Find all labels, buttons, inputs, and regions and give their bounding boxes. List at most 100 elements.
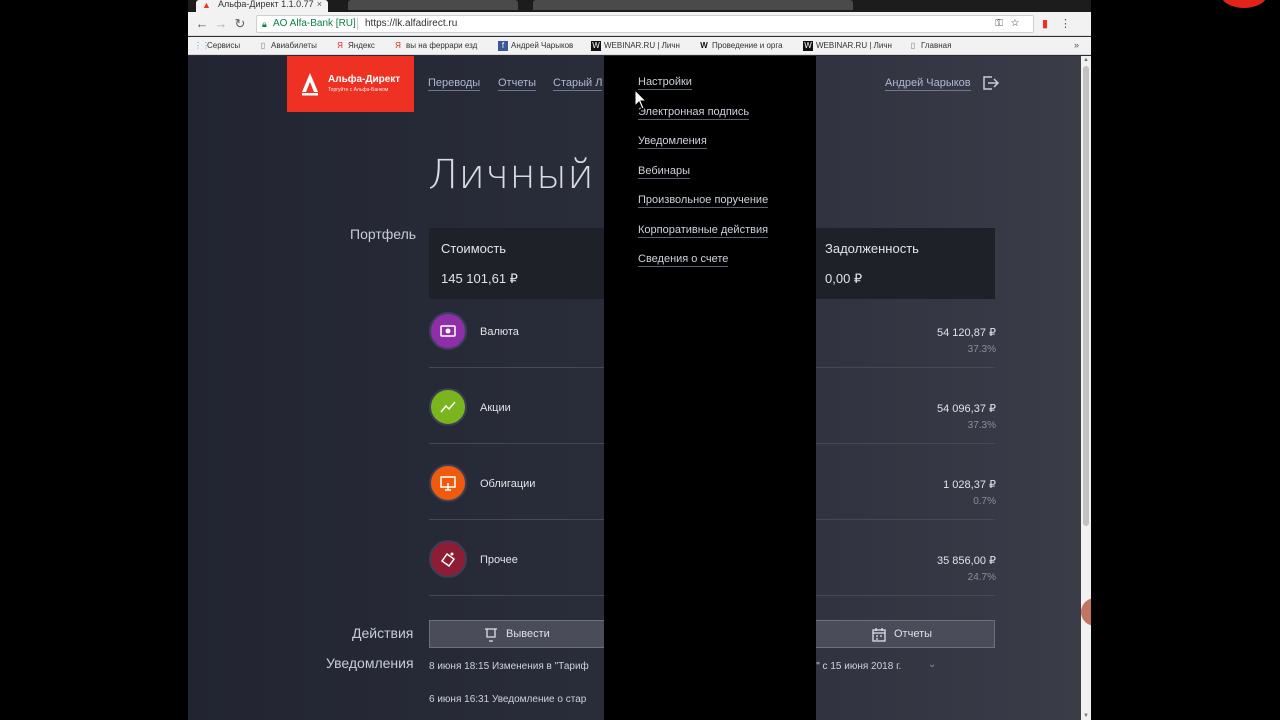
bookmark-label: Сервисы <box>207 41 241 50</box>
bookmarks-more-icon[interactable]: » <box>1074 40 1079 50</box>
bookmark-item[interactable]: f Андрей Чарыков <box>498 39 573 53</box>
portfolio-value: 145 101,61 ₽ <box>441 271 518 286</box>
nav-old-cabinet-link[interactable]: Старый Л <box>553 77 603 91</box>
bookmark-item[interactable]: Я Яндекс <box>335 39 375 53</box>
asset-amount: 1 028,37 ₽ <box>943 479 996 491</box>
asset-name: Облигации <box>480 478 536 490</box>
portfolio-value-label: Стоимость <box>441 241 507 256</box>
webinar-icon: W <box>803 41 813 51</box>
bookmark-item[interactable]: Явы на феррари езд <box>393 39 477 53</box>
yandex-icon: Я <box>395 41 401 50</box>
menu-item-webinars[interactable]: Вебинары <box>638 165 690 179</box>
page-content: Альфа-Директ Торгуйте с Альфа-Банком Пер… <box>188 56 1081 720</box>
withdraw-button[interactable]: Вывести <box>429 620 629 648</box>
menu-item-digital-signature[interactable]: Электронная подпись <box>638 106 750 120</box>
address-divider <box>357 18 358 30</box>
menu-item-settings[interactable]: Настройки <box>638 76 692 90</box>
notification-item-tail[interactable]: ги" с 15 июня 2018 г. <box>807 661 901 672</box>
screen: ▲ Альфа-Директ 1.1.0.77 × ← → ↻ 🔒︎ AO Al… <box>0 0 1280 720</box>
bookmark-item[interactable]: W WEBINAR.RU | Личн <box>803 39 892 53</box>
star-icon[interactable]: ☆ <box>1011 18 1027 29</box>
settings-dropdown-menu: Настройки Электронная подпись Уведомлени… <box>604 56 816 720</box>
logout-icon[interactable] <box>982 75 1000 91</box>
webinar-icon: W <box>591 41 601 51</box>
page-icon: ▯ <box>260 41 266 50</box>
more-menu-icon[interactable]: ⋮ <box>1060 17 1071 31</box>
asset-name: Валюта <box>480 326 519 338</box>
scroll-thumb[interactable] <box>1083 66 1089 526</box>
bookmark-label: вы на феррари езд <box>406 41 478 50</box>
asset-percent: 37.3% <box>967 344 996 355</box>
menu-item-corporate-actions[interactable]: Корпоративные действия <box>638 224 769 238</box>
browser-window: ▲ Альфа-Директ 1.1.0.77 × ← → ↻ 🔒︎ AO Al… <box>188 0 1091 720</box>
bookmark-label: Андрей Чарыков <box>511 41 574 50</box>
facebook-icon: f <box>498 41 508 51</box>
bookmark-label: Яндекс <box>348 41 375 50</box>
address-bar[interactable]: 🔒︎ AO Alfa-Bank [RU] https://lk.alfadire… <box>256 15 1034 33</box>
bookmarks-bar: ⋮⋮ Сервисы ▯ Авиабилеты Я Яндекс Явы на фер… <box>188 37 1091 55</box>
alfa-favicon-icon: ▲ <box>202 0 211 10</box>
close-tab-icon[interactable]: × <box>317 0 322 9</box>
menu-item-arbitrary-order[interactable]: Произвольное поручение <box>638 194 769 208</box>
chevron-down-icon[interactable]: ⌄ <box>928 659 936 670</box>
nav-transfers-link[interactable]: Переводы <box>428 77 481 91</box>
bookmark-item[interactable]: ⋮⋮ Сервисы <box>194 39 240 53</box>
url-text: https://lk.alfadirect.ru <box>365 18 458 29</box>
extension-icon[interactable]: ▮ <box>1042 17 1048 31</box>
bookmark-label: Авиабилеты <box>271 41 317 50</box>
portfolio-label: Портфель <box>350 226 417 242</box>
browser-toolbar: ← → ↻ 🔒︎ AO Alfa-Bank [RU] https://lk.al… <box>188 12 1091 36</box>
w-icon: W <box>700 41 708 50</box>
forward-arrow-icon[interactable]: → <box>213 16 229 32</box>
apps-icon: ⋮⋮ <box>194 41 210 50</box>
withdraw-icon <box>485 628 497 642</box>
calendar-icon <box>872 628 886 642</box>
asset-name: Акции <box>480 402 511 414</box>
asset-amount: 35 856,00 ₽ <box>937 555 996 567</box>
asset-amount: 54 120,87 ₽ <box>937 327 996 339</box>
back-arrow-icon[interactable]: ← <box>194 16 210 32</box>
menu-item-account-info[interactable]: Сведения о счете <box>638 253 729 267</box>
notification-item[interactable]: 6 июня 16:31 Уведомление о стар <box>429 694 586 705</box>
yandex-icon: Я <box>337 41 343 50</box>
background-tabs[interactable] <box>533 0 853 10</box>
site-identity: AO Alfa-Bank [RU] <box>273 18 356 29</box>
scroll-down-icon[interactable]: ▼ <box>1082 713 1090 719</box>
mouse-cursor-icon <box>634 89 648 110</box>
bookmark-item[interactable]: W WEBINAR.RU | Личн <box>591 39 680 53</box>
asset-amount: 54 096,37 ₽ <box>937 403 996 415</box>
alfa-direct-logo[interactable]: Альфа-Директ Торгуйте с Альфа-Банком <box>287 56 414 112</box>
asset-name: Прочее <box>480 554 518 566</box>
reload-icon[interactable]: ↻ <box>232 16 248 32</box>
reports-label: Отчеты <box>894 628 933 640</box>
debt-label: Задолженность <box>825 241 919 256</box>
bookmark-label: WEBINAR.RU | Личн <box>816 41 892 50</box>
lock-icon: 🔒︎ <box>262 19 267 29</box>
scroll-up-icon[interactable]: ▲ <box>1082 57 1090 63</box>
menu-item-notifications[interactable]: Уведомления <box>638 135 707 149</box>
logo-subtitle: Торгуйте с Альфа-Банком <box>328 87 389 93</box>
page-title: Личный к <box>428 152 632 198</box>
asset-percent: 24.7% <box>967 572 996 583</box>
bookmark-item[interactable]: W Проведение и орга <box>699 39 783 53</box>
page-icon: ▯ <box>910 41 916 50</box>
user-name-link[interactable]: Андрей Чарыков <box>885 77 971 91</box>
notification-item[interactable]: 8 июня 18:15 Изменения в "Тариф <box>429 661 589 672</box>
key-icon[interactable]: ⚿ <box>995 18 1011 29</box>
asset-percent: 37.3% <box>967 420 996 431</box>
logo-title: Альфа-Директ <box>328 74 401 85</box>
bookmark-label: Проведение и орга <box>712 41 783 50</box>
debt-value: 0,00 ₽ <box>825 271 863 286</box>
bookmark-item[interactable]: ▯ Главная <box>908 39 952 53</box>
asset-percent: 0.7% <box>973 496 996 507</box>
reports-button[interactable]: Отчеты <box>788 620 995 648</box>
bookmark-item[interactable]: ▯ Авиабилеты <box>258 39 317 53</box>
actions-label: Действия <box>352 625 414 641</box>
browser-tab[interactable]: ▲ Альфа-Директ 1.1.0.77 × <box>196 0 328 12</box>
background-tabs[interactable] <box>348 0 518 10</box>
bookmark-label: WEBINAR.RU | Личн <box>604 41 680 50</box>
withdraw-label: Вывести <box>506 628 550 640</box>
tab-strip: ▲ Альфа-Директ 1.1.0.77 × <box>188 0 1091 12</box>
alfa-logo-icon <box>302 73 318 96</box>
nav-reports-link[interactable]: Отчеты <box>498 77 537 91</box>
